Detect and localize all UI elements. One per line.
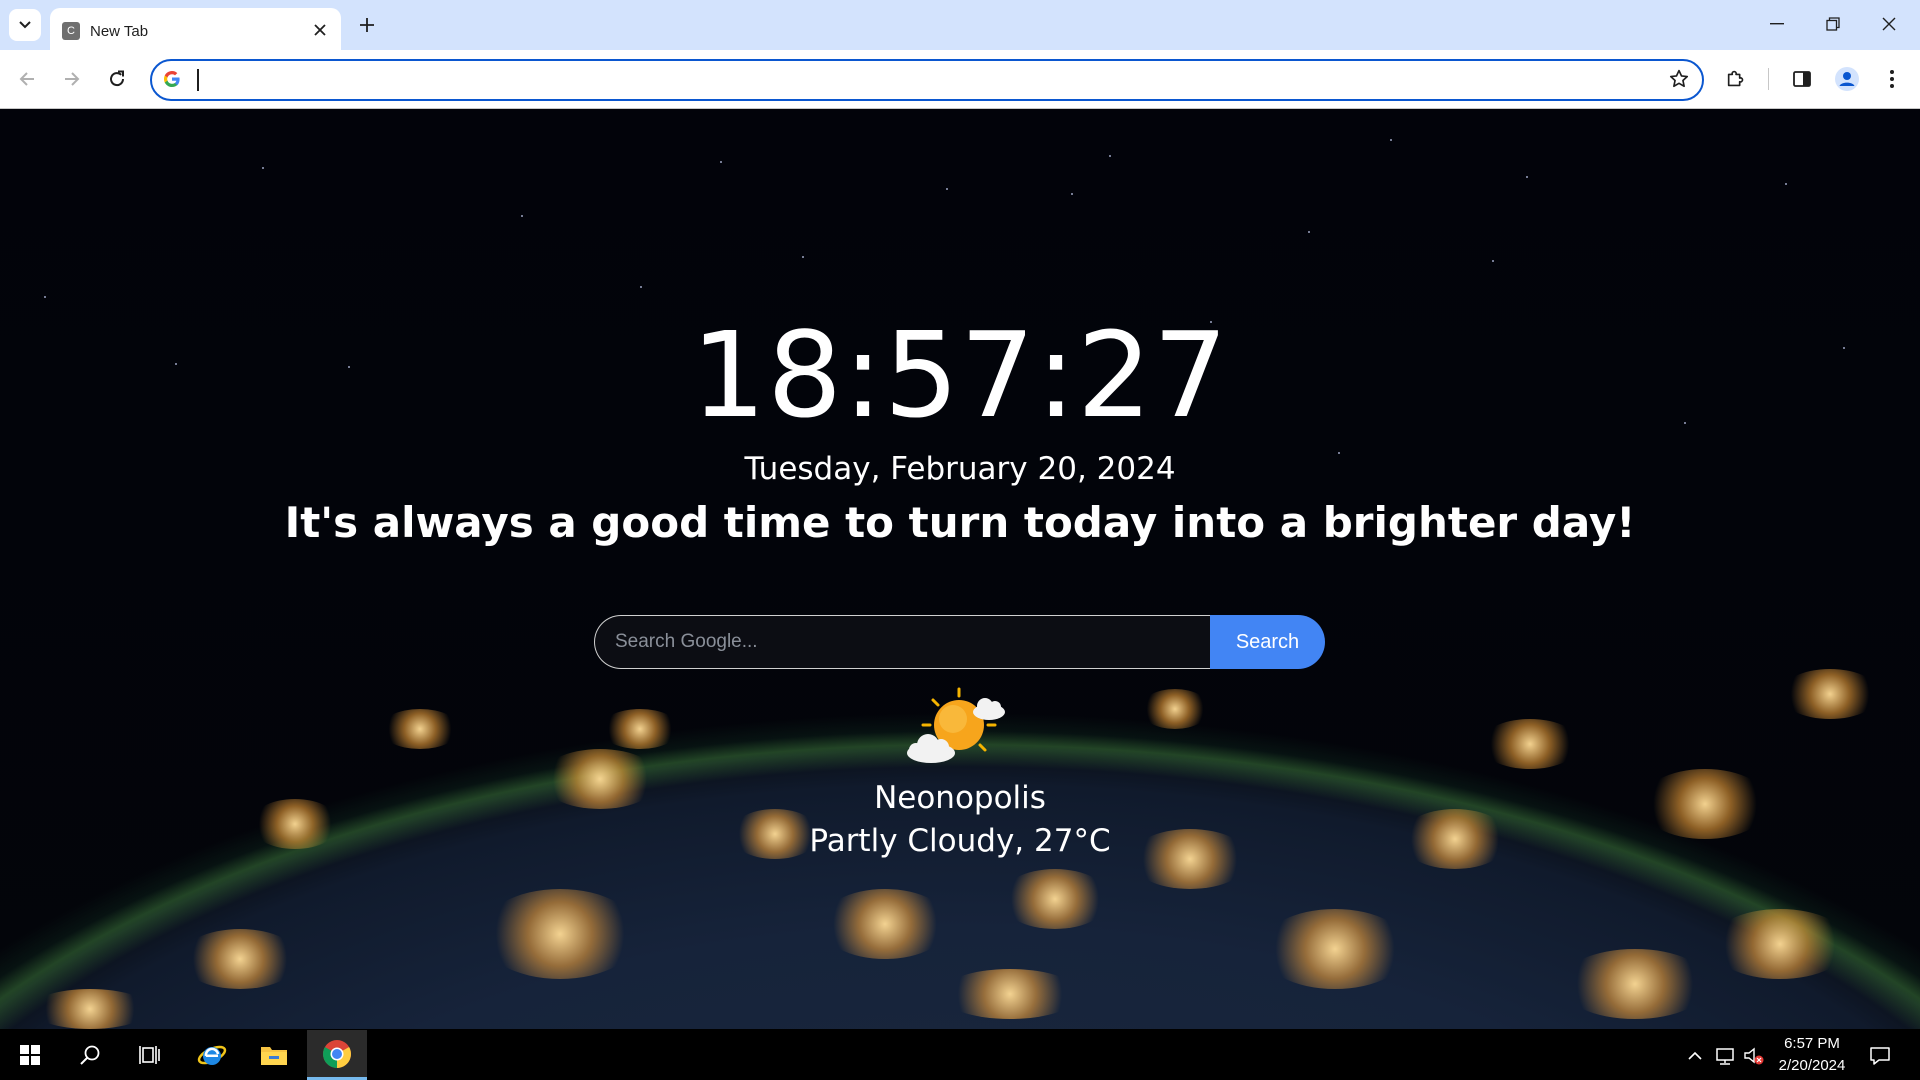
avatar-icon (1835, 67, 1859, 91)
taskbar-search-button[interactable] (60, 1030, 120, 1080)
reload-icon (110, 70, 125, 87)
menu-button[interactable] (1876, 63, 1908, 95)
minimize-icon (1770, 23, 1784, 25)
internet-explorer-icon (197, 1045, 227, 1065)
bookmark-star-icon[interactable] (1668, 68, 1690, 90)
address-bar[interactable] (150, 59, 1704, 101)
taskbar-date: 2/20/2024 (1778, 1057, 1846, 1074)
restore-button[interactable] (1810, 8, 1856, 40)
quote-text: It's always a good time to turn today in… (284, 498, 1636, 547)
google-search-input[interactable] (594, 615, 1210, 669)
reload-button[interactable] (99, 61, 135, 97)
arrow-left-icon (19, 72, 34, 86)
weather-condition: Partly Cloudy, 27°C (809, 823, 1111, 859)
show-hidden-icons-button[interactable] (1683, 1044, 1707, 1068)
side-panel-button[interactable] (1786, 63, 1818, 95)
address-input[interactable] (196, 68, 1620, 94)
windows-start-icon (20, 1045, 40, 1065)
taskbar-file-explorer[interactable] (244, 1030, 304, 1080)
task-view-button[interactable] (120, 1030, 180, 1080)
notification-icon (1870, 1047, 1890, 1065)
file-explorer-icon (261, 1047, 287, 1065)
tab-close-icon[interactable] (309, 19, 331, 41)
extensions-button[interactable] (1720, 63, 1752, 95)
start-button[interactable] (0, 1030, 60, 1080)
forward-button[interactable] (54, 61, 90, 97)
partly-cloudy-icon (907, 687, 1005, 763)
tab-search-button[interactable] (9, 9, 41, 41)
browser-toolbar (0, 50, 1920, 109)
windows-taskbar: 6:57 PM 2/20/2024 (0, 1030, 1920, 1080)
toolbar-divider (1768, 68, 1769, 90)
date-display: Tuesday, February 20, 2024 (744, 451, 1176, 487)
google-search-form: Search (594, 615, 1325, 669)
more-vert-icon (1890, 70, 1894, 88)
tab-title: New Tab (90, 23, 149, 40)
close-window-button[interactable] (1866, 8, 1912, 40)
network-icon (1716, 1048, 1734, 1065)
tab-favicon-icon: C (62, 22, 80, 40)
close-icon (1882, 17, 1896, 31)
taskbar-internet-explorer[interactable] (182, 1030, 242, 1080)
search-button[interactable]: Search (1210, 615, 1325, 669)
taskbar-clock[interactable]: 6:57 PM 2/20/2024 (1762, 1033, 1862, 1077)
chevron-up-icon (1688, 1051, 1702, 1060)
back-button[interactable] (9, 61, 45, 97)
new-tab-button[interactable] (352, 10, 382, 40)
clock-display: 18:57:27 (691, 306, 1229, 444)
google-g-icon (164, 71, 180, 87)
action-center-button[interactable] (1868, 1044, 1892, 1068)
tab-strip: C New Tab (0, 0, 1920, 50)
new-tab-page: 18:57:27 Tuesday, February 20, 2024 It's… (0, 109, 1920, 1029)
taskbar-time: 6:57 PM (1784, 1035, 1840, 1052)
puzzle-icon (1727, 70, 1744, 87)
profile-button[interactable] (1831, 63, 1863, 95)
plus-icon (360, 18, 374, 32)
side-panel-icon (1793, 71, 1811, 87)
search-icon (80, 1045, 100, 1065)
chrome-icon (323, 1039, 351, 1068)
chevron-down-icon (19, 21, 31, 29)
weather-city: Neonopolis (874, 780, 1046, 816)
network-status[interactable] (1713, 1044, 1737, 1068)
minimize-button[interactable] (1754, 8, 1800, 40)
text-caret (197, 69, 199, 91)
tab-new-tab[interactable]: C New Tab (50, 8, 341, 50)
restore-icon (1826, 17, 1840, 31)
task-view-icon (139, 1046, 160, 1064)
arrow-right-icon (65, 72, 80, 86)
taskbar-chrome[interactable] (307, 1030, 367, 1080)
